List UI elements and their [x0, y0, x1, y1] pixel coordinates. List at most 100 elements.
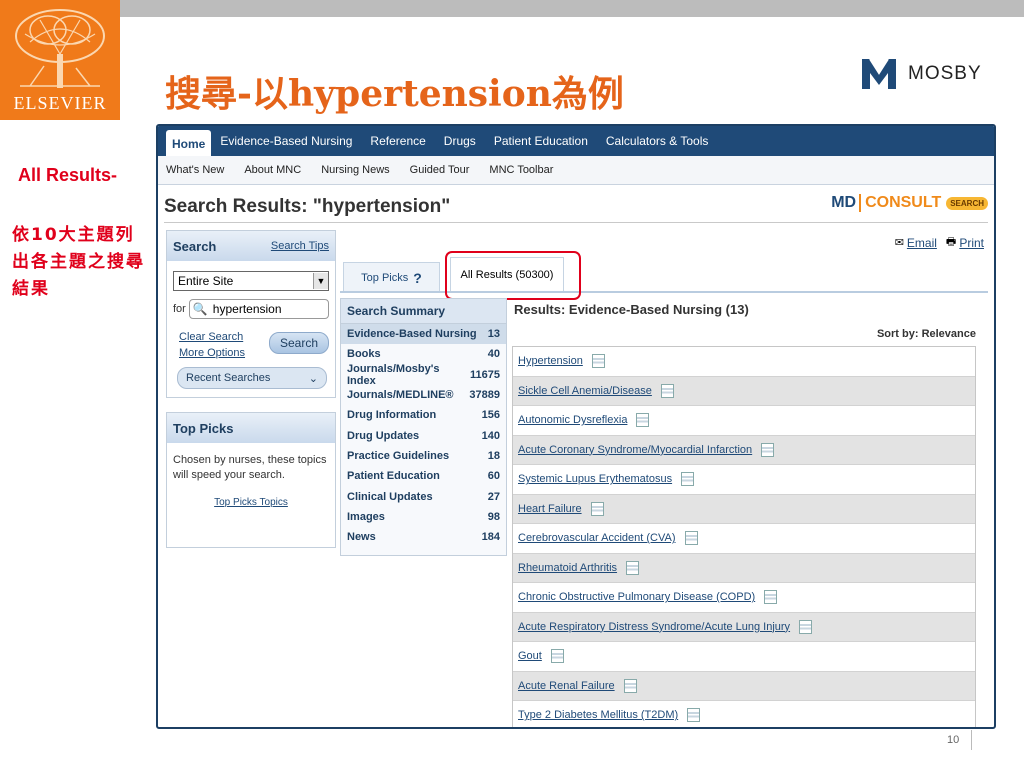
- sub-nav-item-mnc-toolbar[interactable]: MNC Toolbar: [489, 164, 553, 176]
- search-panel-title: Search: [173, 238, 217, 254]
- main-nav-item-patient-education[interactable]: Patient Education: [485, 126, 597, 156]
- result-row: Acute Coronary Syndrome/Myocardial Infar…: [513, 435, 975, 465]
- document-icon[interactable]: [591, 354, 605, 369]
- document-icon[interactable]: [590, 501, 604, 516]
- elsevier-label: ELSEVIER: [13, 93, 107, 113]
- summary-row-count: 18: [487, 449, 500, 462]
- more-options-link[interactable]: More Options: [179, 345, 245, 361]
- summary-row[interactable]: Images 98: [341, 507, 506, 527]
- search-panel: Search Search Tips Entire Site ▼ for 🔍 h…: [166, 230, 336, 398]
- result-row: Hypertension: [513, 347, 975, 377]
- result-link[interactable]: Type 2 Diabetes Mellitus (T2DM): [518, 709, 678, 721]
- search-scope-select[interactable]: Entire Site ▼: [173, 271, 329, 291]
- tab-top-picks[interactable]: Top Picks ?: [343, 262, 440, 292]
- document-icon[interactable]: [623, 678, 637, 693]
- main-nav-item-home[interactable]: Home: [166, 130, 212, 156]
- summary-row-count: 98: [487, 510, 500, 523]
- highlight-annotation-box: [445, 251, 581, 300]
- chevron-down-icon: ⌄: [308, 372, 318, 385]
- summary-row[interactable]: Clinical Updates 27: [341, 486, 506, 506]
- sub-nav-item-about-mnc[interactable]: About MNC: [244, 164, 301, 176]
- result-link[interactable]: Gout: [518, 650, 542, 662]
- result-link[interactable]: Autonomic Dysreflexia: [518, 414, 627, 426]
- dropdown-arrow-icon: ▼: [313, 273, 328, 289]
- tab-top-picks-label: Top Picks: [361, 271, 409, 284]
- search-scope-value: Entire Site: [178, 274, 234, 288]
- result-link[interactable]: Acute Respiratory Distress Syndrome/Acut…: [518, 621, 790, 633]
- summary-row[interactable]: Journals/MEDLINE® 37889: [341, 385, 506, 405]
- sub-nav-item-what-s-new[interactable]: What's New: [166, 164, 224, 176]
- recent-searches-dropdown[interactable]: Recent Searches ⌄: [177, 367, 327, 389]
- result-link[interactable]: Cerebrovascular Accident (CVA): [518, 532, 676, 544]
- document-icon[interactable]: [687, 708, 701, 723]
- sub-nav-item-guided-tour[interactable]: Guided Tour: [410, 164, 470, 176]
- search-panel-header: Search Search Tips: [167, 231, 335, 261]
- result-row: Acute Renal Failure: [513, 671, 975, 701]
- top-picks-description: Chosen by nurses, these topics will spee…: [173, 454, 327, 481]
- side-note-description: 依10大主題列出各主題之搜尋結果: [12, 225, 145, 299]
- summary-row-label: Drug Information: [347, 409, 437, 422]
- document-icon[interactable]: [684, 531, 698, 546]
- result-row: Type 2 Diabetes Mellitus (T2DM): [513, 701, 975, 727]
- search-input[interactable]: 🔍 hypertension: [188, 299, 329, 319]
- summary-row[interactable]: Patient Education 60: [341, 466, 506, 486]
- search-button[interactable]: Search: [268, 332, 329, 354]
- top-picks-body: Chosen by nurses, these topics will spee…: [167, 443, 335, 520]
- result-link[interactable]: Acute Coronary Syndrome/Myocardial Infar…: [518, 444, 752, 456]
- summary-row-label: Practice Guidelines: [347, 449, 450, 462]
- summary-row-count: 140: [481, 429, 500, 442]
- help-icon: ?: [413, 269, 422, 286]
- summary-row-label: Patient Education: [347, 470, 440, 483]
- document-icon[interactable]: [550, 649, 564, 664]
- summary-row-label: Journals/MEDLINE®: [347, 389, 454, 402]
- summary-row[interactable]: Journals/Mosby's Index 11675: [341, 362, 506, 387]
- document-icon[interactable]: [681, 472, 695, 487]
- main-nav-item-drugs[interactable]: Drugs: [435, 126, 485, 156]
- main-nav-item-reference[interactable]: Reference: [361, 126, 434, 156]
- summary-row[interactable]: Drug Information 156: [341, 405, 506, 425]
- summary-row-count: 37889: [469, 389, 500, 402]
- summary-row[interactable]: News 184: [341, 527, 506, 547]
- browser-screenshot: Home Evidence-Based Nursing Reference Drugs…: [156, 124, 996, 729]
- summary-row-count: 11675: [470, 368, 500, 381]
- result-link[interactable]: Chronic Obstructive Pulmonary Disease (C…: [518, 591, 755, 603]
- top-picks-topics-link[interactable]: Top Picks Topics: [173, 495, 329, 510]
- summary-row-label: Books: [347, 348, 381, 361]
- search-tips-link[interactable]: Search Tips: [271, 240, 329, 252]
- result-link[interactable]: Rheumatoid Arthritis: [518, 562, 617, 574]
- sub-nav: What's New About MNC Nursing News Guided To…: [158, 156, 994, 185]
- main-nav-item-calculators-tools[interactable]: Calculators & Tools: [597, 126, 718, 156]
- result-link[interactable]: Sickle Cell Anemia/Disease: [518, 385, 652, 397]
- result-link[interactable]: Acute Renal Failure: [518, 680, 615, 692]
- result-row: Chronic Obstructive Pulmonary Disease (C…: [513, 583, 975, 613]
- summary-row[interactable]: Evidence-Based Nursing 13: [341, 324, 506, 345]
- consult-label: CONSULT: [859, 194, 941, 212]
- print-link[interactable]: Print: [959, 236, 984, 250]
- md-consult-search-button[interactable]: SEARCH: [946, 196, 988, 210]
- document-icon[interactable]: [764, 590, 778, 605]
- document-icon[interactable]: [761, 442, 775, 457]
- result-link[interactable]: Hypertension: [518, 355, 583, 367]
- email-link[interactable]: Email: [907, 236, 937, 250]
- summary-row[interactable]: Books 40: [341, 344, 506, 364]
- summary-row-count: 13: [487, 328, 500, 341]
- document-icon[interactable]: [799, 619, 813, 634]
- summary-row[interactable]: Drug Updates 140: [341, 425, 506, 445]
- document-icon[interactable]: [626, 560, 640, 575]
- summary-row[interactable]: Practice Guidelines 18: [341, 446, 506, 466]
- result-row: Gout: [513, 642, 975, 672]
- result-link[interactable]: Heart Failure: [518, 503, 582, 515]
- print-icon: 🖶: [945, 236, 957, 248]
- summary-row-label: Journals/Mosby's Index: [347, 362, 440, 387]
- main-nav-item-evidence-based-nursing[interactable]: Evidence-Based Nursing: [211, 126, 361, 156]
- summary-row-count: 40: [487, 348, 500, 361]
- document-icon[interactable]: [660, 383, 674, 398]
- summary-row-count: 156: [481, 409, 500, 422]
- result-link[interactable]: Systemic Lupus Erythematosus: [518, 473, 672, 485]
- search-summary-panel: Search Summary Evidence-Based Nursing 13 B…: [340, 298, 507, 556]
- result-row: Sickle Cell Anemia/Disease: [513, 376, 975, 406]
- sub-nav-item-nursing-news[interactable]: Nursing News: [321, 164, 389, 176]
- header-divider: [164, 222, 988, 223]
- document-icon[interactable]: [636, 413, 650, 428]
- clear-search-link[interactable]: Clear Search: [179, 329, 245, 345]
